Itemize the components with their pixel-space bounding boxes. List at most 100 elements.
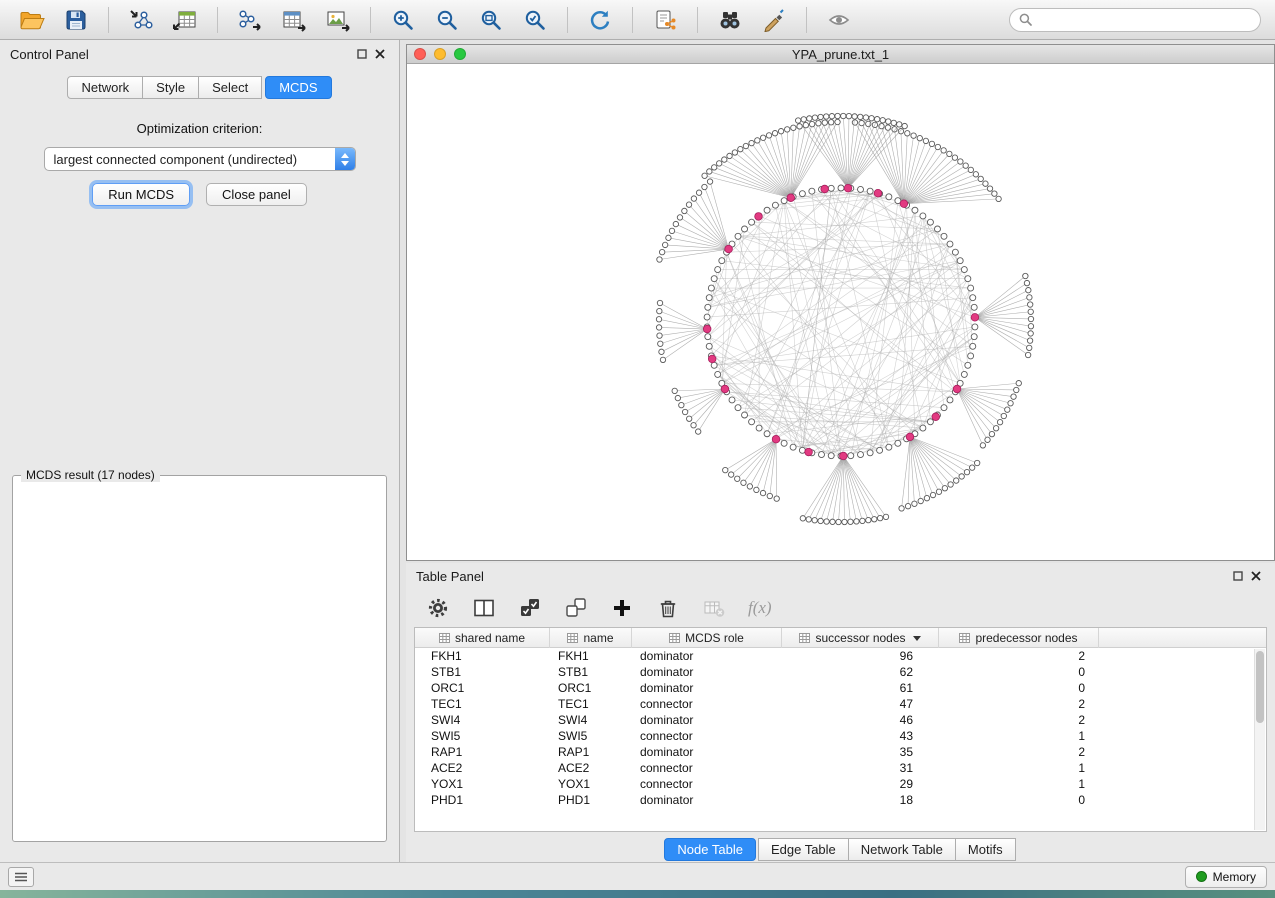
add-column-button[interactable]: [610, 596, 634, 620]
table-cell: 1: [939, 760, 1099, 776]
table-cell: connector: [632, 760, 782, 776]
deselect-all-icon: [565, 597, 587, 619]
table-scrollbar[interactable]: [1254, 649, 1265, 830]
style-pen-button[interactable]: [756, 4, 792, 36]
layout-refresh-button[interactable]: [582, 4, 618, 36]
search-box[interactable]: [1009, 8, 1261, 32]
save-session-button[interactable]: [58, 4, 94, 36]
zoom-selected-button[interactable]: [517, 4, 553, 36]
table-row[interactable]: PHD1PHD1dominator180: [415, 792, 1266, 808]
table-row[interactable]: ACE2ACE2connector311: [415, 760, 1266, 776]
tab-motifs[interactable]: Motifs: [955, 838, 1016, 861]
tab-node-table[interactable]: Node Table: [664, 838, 756, 861]
table-row[interactable]: FKH1FKH1dominator962: [415, 648, 1266, 664]
table-row[interactable]: SWI4SWI4dominator462: [415, 712, 1266, 728]
table-cell: 2: [939, 712, 1099, 728]
show-columns-button[interactable]: [472, 596, 496, 620]
network-graph[interactable]: [407, 64, 1274, 560]
delete-table-button[interactable]: [702, 596, 726, 620]
deselect-all-button[interactable]: [564, 596, 588, 620]
control-panel-title: Control Panel: [10, 47, 89, 62]
zoom-out-icon: [435, 8, 459, 32]
table-row[interactable]: YOX1YOX1connector291: [415, 776, 1266, 792]
network-window: YPA_prune.txt_1: [406, 44, 1275, 561]
columns-icon: [473, 597, 495, 619]
table-cell: STB1: [550, 664, 632, 680]
table-cell: 2: [939, 696, 1099, 712]
table-cell: 1: [939, 728, 1099, 744]
export-network-button[interactable]: [232, 4, 268, 36]
search-input[interactable]: [1038, 13, 1251, 27]
column-header-predecessor-nodes[interactable]: predecessor nodes: [939, 628, 1099, 648]
export-table-button[interactable]: [276, 4, 312, 36]
scrollbar-thumb[interactable]: [1256, 651, 1264, 723]
column-header-name[interactable]: name: [550, 628, 632, 648]
tab-network[interactable]: Network: [67, 76, 143, 99]
criterion-select[interactable]: largest connected component (undirected): [44, 147, 356, 171]
table-cell: ACE2: [415, 760, 550, 776]
search-icon: [1019, 13, 1032, 26]
network-share-button[interactable]: [647, 4, 683, 36]
column-header-shared-name[interactable]: shared name: [415, 628, 550, 648]
maximize-window-icon[interactable]: [454, 48, 466, 60]
table-cell: 61: [782, 680, 939, 696]
table-row[interactable]: TEC1TEC1connector472: [415, 696, 1266, 712]
zoom-in-button[interactable]: [385, 4, 421, 36]
float-table-panel-button[interactable]: [1229, 568, 1247, 584]
table-row[interactable]: STB1STB1dominator620: [415, 664, 1266, 680]
toolbar-separator: [632, 7, 633, 33]
run-mcds-button[interactable]: Run MCDS: [92, 183, 190, 206]
close-table-panel-button[interactable]: [1247, 568, 1265, 584]
delete-column-button[interactable]: [656, 596, 680, 620]
table-row[interactable]: RAP1RAP1dominator352: [415, 744, 1266, 760]
tab-edge-table[interactable]: Edge Table: [758, 838, 849, 861]
tab-style[interactable]: Style: [142, 76, 199, 99]
open-file-button[interactable]: [14, 4, 50, 36]
find-button[interactable]: [712, 4, 748, 36]
close-panel-action-button[interactable]: Close panel: [206, 183, 307, 206]
zoom-fit-button[interactable]: [473, 4, 509, 36]
tab-select[interactable]: Select: [198, 76, 262, 99]
close-window-icon[interactable]: [414, 48, 426, 60]
close-panel-button[interactable]: [371, 46, 389, 62]
import-table-button[interactable]: [167, 4, 203, 36]
export-image-button[interactable]: [320, 4, 356, 36]
column-menu-icon[interactable]: [913, 636, 921, 641]
select-all-button[interactable]: [518, 596, 542, 620]
column-header-successor-nodes[interactable]: successor nodes: [782, 628, 939, 648]
table-tabs: Node TableEdge TableNetwork TableMotifs: [406, 832, 1275, 862]
function-builder-label[interactable]: f(x): [748, 598, 772, 618]
table-row[interactable]: SWI5SWI5connector431: [415, 728, 1266, 744]
table-cell: 31: [782, 760, 939, 776]
toggle-details-button[interactable]: [821, 4, 857, 36]
trash-icon: [657, 597, 679, 619]
zoom-out-button[interactable]: [429, 4, 465, 36]
desktop-background: [0, 890, 1275, 898]
network-window-title: YPA_prune.txt_1: [407, 47, 1274, 62]
table-cell: STB1: [415, 664, 550, 680]
node-table: shared namenameMCDS rolesuccessor nodesp…: [414, 627, 1267, 832]
mcds-result-list[interactable]: PHD1CAR1STP4TID3YOX1SWI4SRD1PMA2FKH1ACE2…: [15, 492, 384, 498]
network-canvas[interactable]: [407, 64, 1274, 560]
table-options-button[interactable]: [426, 596, 450, 620]
table-cell: 18: [782, 792, 939, 808]
table-cell: 29: [782, 776, 939, 792]
column-header-MCDS-role[interactable]: MCDS role: [632, 628, 782, 648]
import-network-button[interactable]: [123, 4, 159, 36]
table-row[interactable]: ORC1ORC1dominator610: [415, 680, 1266, 696]
network-titlebar[interactable]: YPA_prune.txt_1: [407, 45, 1274, 64]
table-cell: dominator: [632, 664, 782, 680]
table-cell: connector: [632, 776, 782, 792]
document-share-icon: [652, 8, 678, 32]
table-cell: ACE2: [550, 760, 632, 776]
float-panel-button[interactable]: [353, 46, 371, 62]
task-history-button[interactable]: [8, 867, 34, 887]
toolbar-separator: [370, 7, 371, 33]
table-cell: ORC1: [550, 680, 632, 696]
minimize-window-icon[interactable]: [434, 48, 446, 60]
mcds-node-item[interactable]: PHD1: [23, 495, 376, 498]
tab-network-table[interactable]: Network Table: [848, 838, 956, 861]
memory-button[interactable]: Memory: [1185, 866, 1267, 888]
table-cell: 46: [782, 712, 939, 728]
tab-mcds[interactable]: MCDS: [265, 76, 331, 99]
